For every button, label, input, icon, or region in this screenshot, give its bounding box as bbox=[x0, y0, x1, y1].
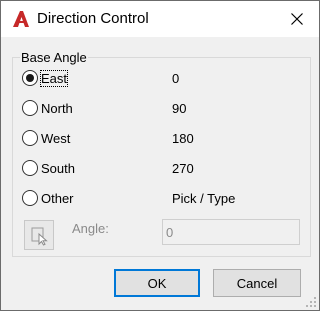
pick-point-button bbox=[24, 220, 54, 250]
value-other: Pick / Type bbox=[172, 191, 236, 206]
window-title: Direction Control bbox=[37, 10, 149, 27]
radio-other-label[interactable]: Other bbox=[41, 191, 74, 206]
value-east: 0 bbox=[172, 71, 180, 86]
value-west: 180 bbox=[172, 131, 194, 146]
cancel-button[interactable]: Cancel bbox=[213, 269, 301, 297]
direction-control-dialog: Direction Control Base Angle East 0 Nort… bbox=[0, 0, 320, 311]
autocad-icon bbox=[11, 9, 31, 29]
close-button[interactable] bbox=[275, 1, 319, 37]
close-icon bbox=[291, 13, 303, 25]
value-south: 270 bbox=[172, 161, 194, 176]
title-bar: Direction Control bbox=[1, 1, 319, 37]
ok-button[interactable]: OK bbox=[114, 269, 200, 297]
pick-point-icon bbox=[31, 227, 48, 246]
radio-south-button[interactable] bbox=[22, 160, 38, 176]
value-north: 90 bbox=[172, 101, 187, 116]
radio-south-label[interactable]: South bbox=[41, 161, 75, 176]
angle-label: Angle: bbox=[72, 221, 109, 236]
radio-east-label[interactable]: East bbox=[39, 70, 69, 87]
resize-grip-icon[interactable] bbox=[306, 297, 316, 307]
angle-input: 0 bbox=[162, 219, 300, 245]
base-angle-group-label: Base Angle bbox=[20, 50, 88, 65]
radio-west-button[interactable] bbox=[22, 130, 38, 146]
radio-west-label[interactable]: West bbox=[41, 131, 70, 146]
radio-north-button[interactable] bbox=[22, 100, 38, 116]
radio-north-label[interactable]: North bbox=[41, 101, 73, 116]
radio-east-button[interactable] bbox=[22, 70, 38, 86]
radio-other-button[interactable] bbox=[22, 190, 38, 206]
